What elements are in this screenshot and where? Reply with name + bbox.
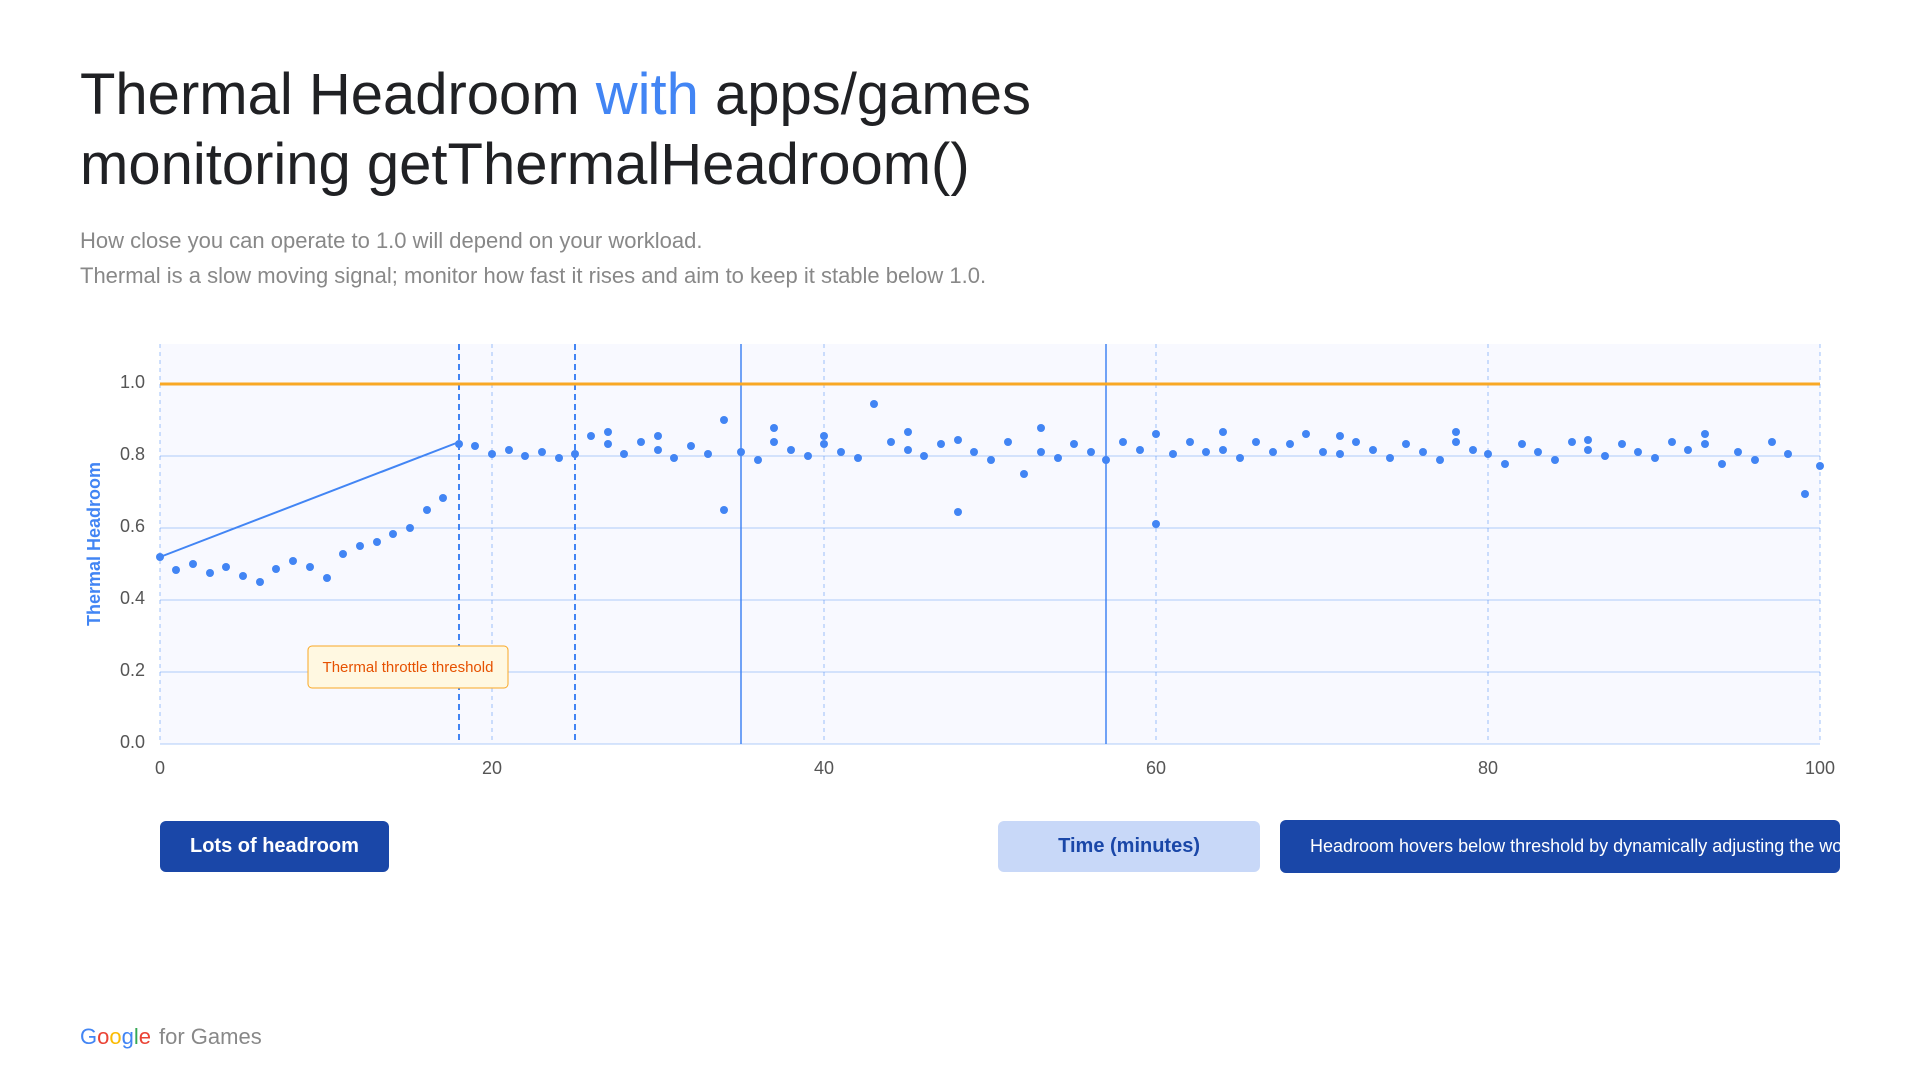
time-minutes-badge: Time (minutes) — [998, 821, 1260, 872]
svg-text:0.2: 0.2 — [120, 660, 145, 680]
chart-svg: Thermal Headroom — [80, 324, 1840, 804]
page-title: Thermal Headroom with apps/games monitor… — [80, 60, 1840, 199]
for-games-text: for Games — [159, 1024, 262, 1050]
svg-text:100: 100 — [1805, 758, 1835, 778]
svg-text:80: 80 — [1478, 758, 1498, 778]
lots-headroom-badge: Lots of headroom — [160, 821, 389, 872]
chart-container: Thermal Headroom — [80, 324, 1840, 804]
google-logo: Google for Games — [80, 1024, 262, 1050]
description-badge: Headroom hovers below threshold by dynam… — [1280, 820, 1840, 873]
svg-text:1.0: 1.0 — [120, 372, 145, 392]
svg-text:Thermal throttle threshold: Thermal throttle threshold — [323, 659, 494, 676]
subtitle: How close you can operate to 1.0 will de… — [80, 223, 1840, 293]
svg-text:0: 0 — [155, 758, 165, 778]
svg-text:60: 60 — [1146, 758, 1166, 778]
svg-text:Thermal Headroom: Thermal Headroom — [84, 462, 104, 626]
svg-text:40: 40 — [814, 758, 834, 778]
svg-text:0.4: 0.4 — [120, 588, 145, 608]
svg-text:20: 20 — [482, 758, 502, 778]
svg-text:0.6: 0.6 — [120, 516, 145, 536]
svg-text:0.0: 0.0 — [120, 732, 145, 752]
bottom-badges: Lots of headroom Time (minutes) Headroom… — [80, 820, 1840, 873]
svg-text:0.8: 0.8 — [120, 444, 145, 464]
